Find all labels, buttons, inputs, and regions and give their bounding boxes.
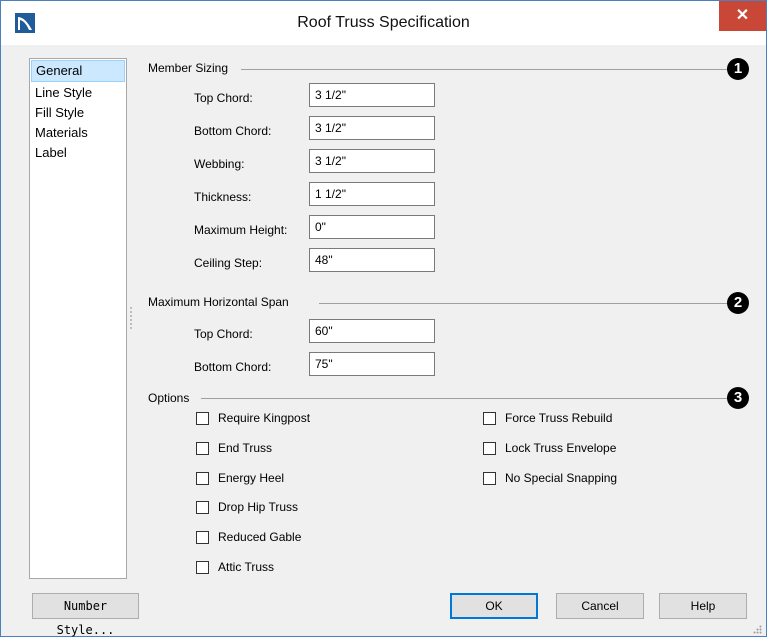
lock-truss-envelope-label: Lock Truss Envelope — [505, 441, 617, 455]
cancel-button[interactable]: Cancel — [556, 593, 644, 619]
member-sizing-divider — [241, 69, 729, 70]
splitter-handle[interactable] — [130, 307, 133, 329]
attic-truss-checkbox[interactable] — [196, 561, 209, 574]
category-item-fill-style[interactable]: Fill Style — [31, 102, 125, 124]
maximum-height-input[interactable] — [309, 215, 435, 239]
member-sizing-heading: Member Sizing — [148, 61, 229, 75]
drop-hip-truss-label: Drop Hip Truss — [218, 500, 299, 514]
bottom-chord-input[interactable] — [309, 116, 435, 140]
category-item-label[interactable]: Label — [31, 142, 125, 164]
reduced-gable-checkbox[interactable] — [196, 531, 209, 544]
top-chord-input[interactable] — [309, 83, 435, 107]
maximum-height-label: Maximum Height: — [194, 223, 288, 237]
end-truss-checkbox[interactable] — [196, 442, 209, 455]
thickness-input[interactable] — [309, 182, 435, 206]
force-truss-rebuild-label: Force Truss Rebuild — [505, 411, 613, 425]
reduced-gable-label: Reduced Gable — [218, 530, 302, 544]
max-span-heading: Maximum Horizontal Span — [148, 295, 289, 309]
thickness-label: Thickness: — [194, 190, 252, 204]
ceiling-step-input[interactable] — [309, 248, 435, 272]
bottom-chord-label: Bottom Chord: — [194, 124, 272, 138]
end-truss-label: End Truss — [218, 441, 273, 455]
dialog-body: General Line Style Fill Style Materials … — [1, 45, 766, 637]
options-divider — [201, 398, 729, 399]
webbing-label: Webbing: — [194, 157, 245, 171]
close-button[interactable]: ✕ — [719, 1, 766, 31]
webbing-input[interactable] — [309, 149, 435, 173]
lock-truss-envelope-checkbox[interactable] — [483, 442, 496, 455]
ok-button[interactable]: OK — [450, 593, 538, 619]
help-button[interactable]: Help — [659, 593, 747, 619]
resize-grip-icon[interactable] — [752, 623, 762, 634]
require-kingpost-checkbox[interactable] — [196, 412, 209, 425]
close-icon: ✕ — [735, 7, 750, 24]
top-chord-label: Top Chord: — [194, 91, 253, 105]
span-bottom-chord-label: Bottom Chord: — [194, 360, 272, 374]
options-heading: Options — [148, 391, 190, 405]
category-item-line-style[interactable]: Line Style — [31, 82, 125, 104]
max-span-divider — [319, 303, 729, 304]
number-style-button[interactable]: Number Style... — [32, 593, 139, 637]
attic-truss-label: Attic Truss — [218, 560, 275, 574]
dialog-window: Roof Truss Specification ✕ General Line … — [0, 0, 767, 637]
force-truss-rebuild-checkbox[interactable] — [483, 412, 496, 425]
require-kingpost-label: Require Kingpost — [218, 411, 311, 425]
drop-hip-truss-checkbox[interactable] — [196, 501, 209, 514]
category-item-materials[interactable]: Materials — [31, 122, 125, 144]
energy-heel-label: Energy Heel — [218, 471, 285, 485]
span-bottom-chord-input[interactable] — [309, 352, 435, 376]
callout-badge-3: 3 — [727, 387, 749, 409]
energy-heel-checkbox[interactable] — [196, 472, 209, 485]
callout-badge-2: 2 — [727, 292, 749, 314]
callout-badge-1: 1 — [727, 58, 749, 80]
no-special-snapping-label: No Special Snapping — [505, 471, 618, 485]
ceiling-step-label: Ceiling Step: — [194, 256, 263, 270]
no-special-snapping-checkbox[interactable] — [483, 472, 496, 485]
span-top-chord-input[interactable] — [309, 319, 435, 343]
category-list[interactable]: General Line Style Fill Style Materials … — [29, 58, 127, 579]
span-top-chord-label: Top Chord: — [194, 327, 253, 341]
category-item-general[interactable]: General — [31, 60, 125, 82]
window-title: Roof Truss Specification — [297, 14, 470, 31]
title-bar: Roof Truss Specification ✕ — [1, 1, 766, 45]
